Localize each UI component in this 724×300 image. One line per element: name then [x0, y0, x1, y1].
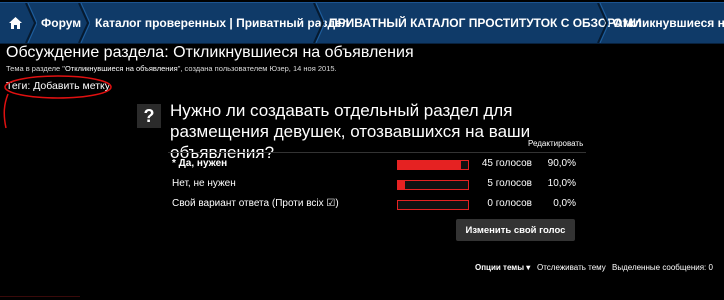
poll-option: Нет, не нужен 5 голосов 10,0%: [0, 176, 724, 194]
page-title: Обсуждение раздела: Откликнувшиеся на об…: [6, 44, 414, 61]
poll-divider: [168, 152, 586, 153]
red-annotation-circle: [3, 75, 112, 129]
poll-option-label: Нет, не нужен: [172, 178, 236, 189]
poll-result-fill: [398, 181, 405, 189]
poll-edit-link[interactable]: Редактировать: [528, 139, 583, 148]
poll-option-percent: 10,0%: [547, 178, 576, 189]
poll-option-votes: 0 голосов: [487, 198, 532, 209]
change-vote-button[interactable]: Изменить свой голос: [456, 219, 575, 241]
poll-option: Свой вариант ответа (Проти всiх ☑) 0 гол…: [0, 196, 724, 214]
poll-option-votes: 45 голосов: [481, 158, 532, 169]
watch-thread-link[interactable]: Отслеживать тему: [537, 263, 606, 272]
breadcrumb-separator: [313, 3, 325, 43]
breadcrumb-item-catalog[interactable]: Каталог проверенных | Приватный раздел: [95, 3, 349, 43]
poll-option-label: Свой вариант ответа (Проти всiх ☑): [172, 198, 339, 209]
poll-option-label: * Да, нужен: [172, 158, 228, 169]
breadcrumb-item-forum[interactable]: Форум: [41, 3, 81, 43]
breadcrumb-item-private-catalog[interactable]: ПРИВАТНЫЙ КАТАЛОГ ПРОСТИТУТОК С ОБЗОРАМИ: [329, 3, 641, 43]
thread-options-menu[interactable]: Опции темы ▾: [475, 263, 530, 272]
meta-author-link[interactable]: Юзер: [270, 64, 289, 73]
breadcrumb: Форум Каталог проверенных | Приватный ра…: [0, 2, 724, 44]
poll-option: * Да, нужен 45 голосов 90,0%: [0, 156, 724, 174]
poll-question-icon: ?: [137, 104, 161, 128]
poll-result-bar: [397, 180, 469, 190]
poll-option-votes: 5 голосов: [487, 178, 532, 189]
selected-messages-link[interactable]: Выделенные сообщения: 0: [612, 263, 713, 272]
meta-middle: ", создана пользователем: [177, 64, 270, 73]
poll-question: Нужно ли создавать отдельный раздел для …: [170, 101, 531, 162]
divider: [0, 296, 80, 297]
breadcrumb-separator: [597, 3, 609, 43]
poll-result-fill: [398, 161, 461, 169]
poll-result-bar: [397, 200, 469, 210]
poll-result-bar: [397, 160, 469, 170]
poll-option-percent: 90,0%: [547, 158, 576, 169]
home-icon[interactable]: [9, 17, 22, 29]
breadcrumb-separator: [78, 3, 90, 43]
poll-option-percent: 0,0%: [553, 198, 576, 209]
meta-date: , 14 ноя 2015.: [288, 64, 337, 73]
breadcrumb-item-current[interactable]: Откликнувшиеся на: [613, 3, 724, 43]
breadcrumb-separator: [25, 3, 37, 43]
